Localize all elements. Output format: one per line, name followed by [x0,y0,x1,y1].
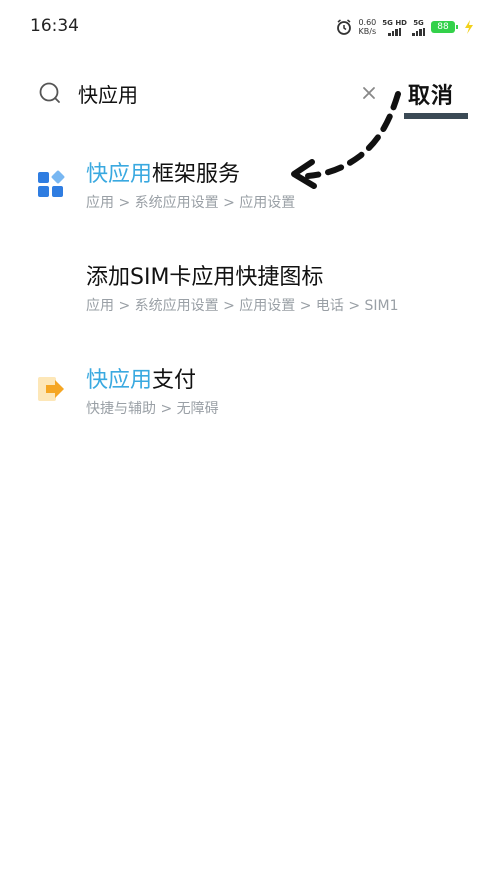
status-bar: 16:34 0.60 KB/s 5G HD 5G 88 [0,0,500,56]
network-speed-value: 0.60 [358,18,377,27]
result-path: 快捷与辅助 > 无障碍 [86,401,219,417]
result-title-rest: 添加SIM卡应用快捷图标 [86,265,324,290]
status-time: 16:34 [30,16,79,36]
shortcut-arrow-icon [38,377,64,401]
status-icons: 0.60 KB/s 5G HD 5G 88 [336,18,474,36]
cancel-button[interactable]: 取消 [408,78,454,110]
clear-icon[interactable] [360,84,378,102]
cancel-underline [404,113,468,119]
signal-1-label: 5G HD [382,18,407,27]
result-item-quick-app-framework[interactable]: 快应用框架服务 应用 > 系统应用设置 > 应用设置 [0,150,500,220]
signal-bars-icon [388,27,402,36]
signal-2-label: 5G [413,18,424,27]
result-title-rest: 框架服务 [152,162,241,187]
network-speed: 0.60 KB/s [358,18,376,36]
signal-group: 5G HD 5G [382,19,425,36]
result-item-add-sim-shortcut[interactable]: 添加SIM卡应用快捷图标 应用 > 系统应用设置 > 应用设置 > 电话 > S… [0,255,500,325]
result-title-highlight: 快应用 [86,162,153,187]
signal-1: 5G HD [382,19,407,36]
result-title: 添加SIM卡应用快捷图标 [86,259,323,291]
result-title-highlight: 快应用 [86,368,153,393]
apps-grid-icon [38,170,65,197]
result-path: 应用 > 系统应用设置 > 应用设置 [86,195,296,211]
result-title: 快应用框架服务 [86,156,240,188]
battery-icon: 88 [431,21,458,33]
signal-2: 5G [412,19,425,36]
charging-bolt-icon [465,20,473,34]
signal-bars-icon [412,27,425,36]
search-icon [39,82,60,103]
network-speed-unit: KB/s [358,27,377,36]
result-title-rest: 支付 [152,368,197,393]
result-title: 快应用支付 [86,362,196,394]
result-path: 应用 > 系统应用设置 > 应用设置 > 电话 > SIM1 [86,298,399,314]
result-item-quick-app-payment[interactable]: 快应用支付 快捷与辅助 > 无障碍 [0,358,500,428]
search-input[interactable] [78,78,348,108]
alarm-icon [337,19,352,35]
